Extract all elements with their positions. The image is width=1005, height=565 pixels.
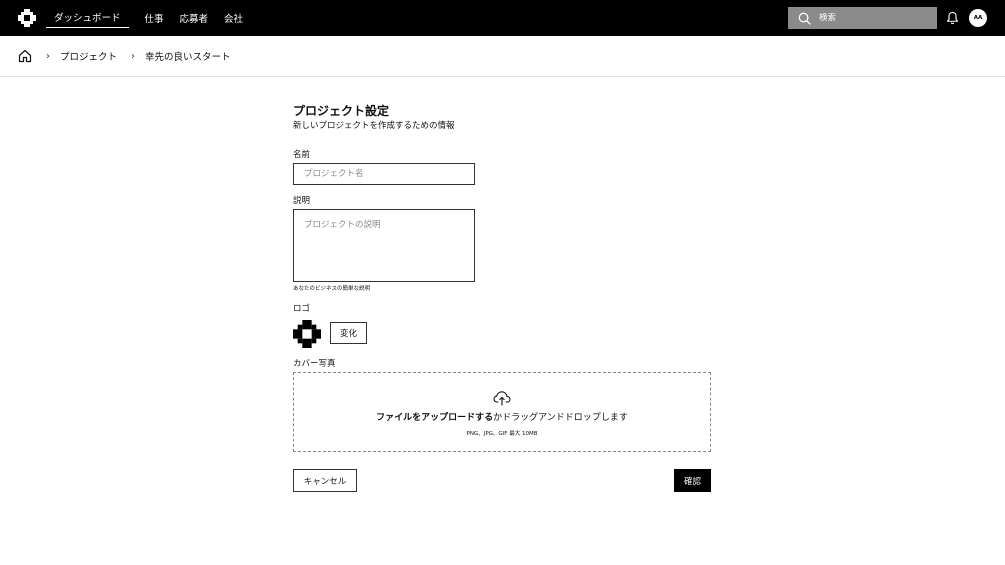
breadcrumb-projects[interactable]: プロジェクト (60, 49, 117, 63)
breadcrumb-current: 幸先の良いスタート (145, 52, 231, 63)
cancel-button[interactable]: キャンセル (293, 469, 357, 492)
nav-dashboard[interactable]: ダッシュボード (46, 10, 129, 28)
description-textarea[interactable] (293, 209, 475, 282)
change-logo-button[interactable]: 変化 (330, 322, 367, 344)
page-title: プロジェクト設定 (293, 104, 390, 118)
checker-logo-icon[interactable] (18, 9, 36, 27)
cover-photo-dropzone[interactable]: ファイルをアップロードするかドラッグアンドドロップします PNG、JPG、GIF… (293, 372, 711, 452)
nav-company[interactable]: 会社 (224, 11, 243, 28)
chevron-right-icon: › (131, 50, 136, 62)
name-input[interactable] (293, 163, 475, 185)
cover-photo-label: カバー写真 (293, 359, 336, 369)
nav-jobs[interactable]: 仕事 (145, 11, 164, 28)
confirm-button[interactable]: 確認 (674, 469, 711, 492)
upload-drag-text: かドラッグアンドドロップします (493, 412, 628, 423)
top-nav-bar: ダッシュボード 仕事 応募者 会社 AA (0, 0, 1005, 36)
logo-label: ロゴ (293, 304, 311, 314)
search-input[interactable] (819, 13, 929, 23)
chevron-right-icon: › (46, 50, 50, 62)
nav-applicants[interactable]: 応募者 (180, 11, 209, 28)
upload-hint: PNG、JPG、GIF 最大 10MB (466, 430, 538, 437)
home-icon[interactable] (18, 49, 32, 63)
cloud-upload-icon (493, 390, 511, 406)
avatar[interactable]: AA (969, 9, 987, 27)
upload-file-link[interactable]: ファイルをアップロードする (376, 413, 493, 423)
search-box[interactable] (788, 7, 937, 29)
name-label: 名前 (293, 150, 311, 160)
main-nav: ダッシュボード 仕事 応募者 会社 (46, 0, 259, 36)
search-icon (798, 12, 811, 25)
description-label: 説明 (293, 196, 311, 206)
bell-icon[interactable] (946, 11, 959, 25)
upload-instruction: ファイルをアップロードするかドラッグアンドドロップします (376, 410, 628, 423)
logo-preview (293, 320, 321, 348)
breadcrumb: › プロジェクト › 幸先の良いスタート (0, 36, 1005, 77)
page-subtitle: 新しいプロジェクトを作成するための情報 (293, 121, 455, 131)
description-helper: あなたのビジネスの簡単な説明 (293, 286, 371, 292)
